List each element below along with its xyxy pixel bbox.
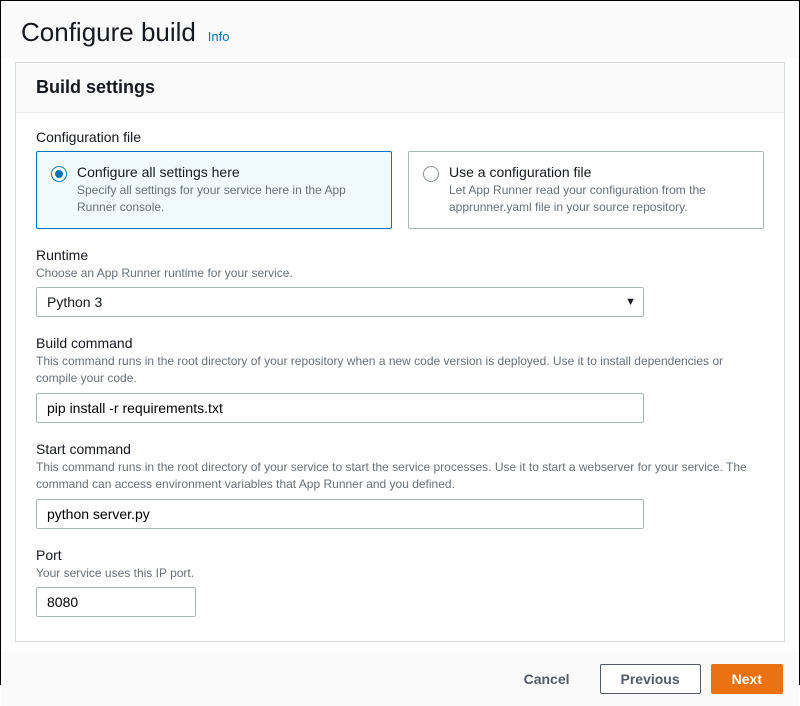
info-link[interactable]: Info — [208, 29, 230, 44]
port-group: Port Your service uses this IP port. — [36, 547, 764, 618]
start-command-desc: This command runs in the root directory … — [36, 459, 764, 493]
configuration-file-options: Configure all settings here Specify all … — [36, 151, 764, 229]
build-command-label: Build command — [36, 335, 764, 351]
configuration-file-group: Configuration file Configure all setting… — [36, 129, 764, 229]
runtime-group: Runtime Choose an App Runner runtime for… — [36, 247, 764, 318]
port-input[interactable] — [36, 587, 196, 617]
panel-header: Build settings — [16, 63, 784, 113]
build-command-input[interactable] — [36, 393, 644, 423]
radio-title: Configure all settings here — [77, 164, 377, 180]
previous-button[interactable]: Previous — [600, 664, 701, 694]
build-command-desc: This command runs in the root directory … — [36, 353, 764, 387]
start-command-input[interactable] — [36, 499, 644, 529]
page-header: Configure build Info — [1, 1, 799, 58]
radio-desc: Specify all settings for your service he… — [77, 182, 377, 216]
cancel-button[interactable]: Cancel — [504, 665, 590, 693]
panel-body: Configuration file Configure all setting… — [16, 113, 784, 641]
radio-icon — [51, 166, 67, 182]
runtime-desc: Choose an App Runner runtime for your se… — [36, 265, 764, 282]
radio-desc: Let App Runner read your configuration f… — [449, 182, 749, 216]
runtime-select[interactable]: Python 3 — [36, 287, 644, 317]
radio-use-config-file[interactable]: Use a configuration file Let App Runner … — [408, 151, 764, 229]
configuration-file-label: Configuration file — [36, 129, 764, 145]
start-command-label: Start command — [36, 441, 764, 457]
radio-configure-here[interactable]: Configure all settings here Specify all … — [36, 151, 392, 229]
start-command-group: Start command This command runs in the r… — [36, 441, 764, 529]
footer-actions: Cancel Previous Next — [1, 652, 799, 706]
radio-title: Use a configuration file — [449, 164, 749, 180]
page-title: Configure build — [21, 17, 196, 47]
runtime-label: Runtime — [36, 247, 764, 263]
radio-icon — [423, 166, 439, 182]
next-button[interactable]: Next — [711, 664, 783, 694]
port-desc: Your service uses this IP port. — [36, 565, 764, 582]
port-label: Port — [36, 547, 764, 563]
panel-title: Build settings — [36, 77, 764, 98]
build-settings-panel: Build settings Configuration file Config… — [15, 62, 785, 642]
build-command-group: Build command This command runs in the r… — [36, 335, 764, 423]
